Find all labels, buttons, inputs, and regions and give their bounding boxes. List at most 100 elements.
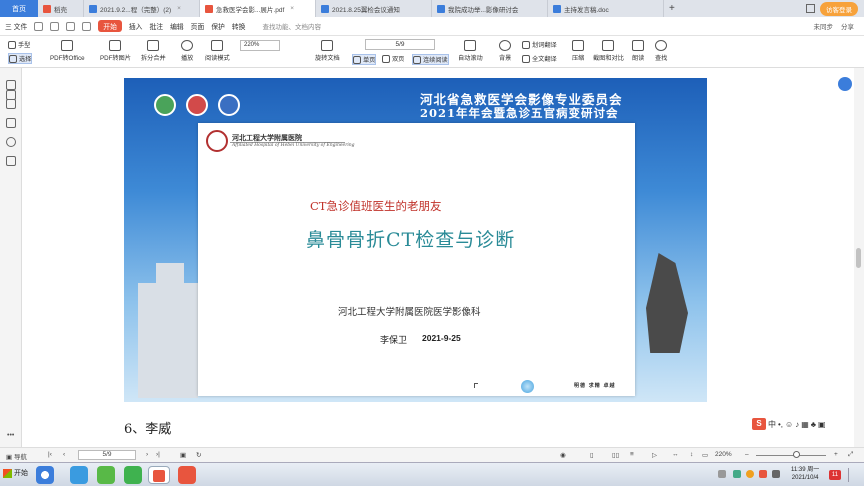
bookmark-icon[interactable] <box>6 80 16 90</box>
menu-annotate[interactable]: 批注 <box>149 21 163 31</box>
window-icon[interactable] <box>806 4 815 13</box>
more-button[interactable]: ••• <box>7 432 14 439</box>
pdf-app-icon[interactable] <box>178 466 196 484</box>
tray-app-icon[interactable] <box>746 470 754 478</box>
keyboard-icon[interactable]: ▦ <box>801 420 809 429</box>
continuous-icon[interactable]: ≡ <box>630 451 634 458</box>
close-icon[interactable]: × <box>290 5 294 12</box>
split-merge-button[interactable]: 拆分合并 <box>141 40 166 62</box>
new-tab-button[interactable]: + <box>664 0 680 17</box>
eye-icon[interactable]: ◉ <box>560 451 566 459</box>
first-page-icon[interactable]: |‹ <box>48 451 52 458</box>
tab-home[interactable]: 首页 <box>0 0 38 17</box>
fit-page-icon[interactable]: ▣ <box>180 451 186 459</box>
word-translate-button[interactable]: 划词翻译 <box>522 40 557 49</box>
print-icon[interactable] <box>50 21 60 31</box>
close-icon[interactable]: × <box>177 5 181 12</box>
prev-page-icon[interactable]: ‹ <box>63 451 65 458</box>
status-zoom-value[interactable]: 220% <box>715 451 732 458</box>
sogou-ime-icon[interactable]: S <box>752 418 766 430</box>
menu-start[interactable]: 开始 <box>98 20 122 32</box>
share-button[interactable]: 分享 <box>841 21 854 31</box>
guest-login-button[interactable]: 访客登录 <box>820 1 858 16</box>
play-button[interactable]: 播放 <box>181 40 193 62</box>
pdf-to-office-button[interactable]: PDF转Office <box>50 40 85 62</box>
double-page-button[interactable]: 双页 <box>382 54 404 63</box>
nav-toggle[interactable]: ▣ 导航 <box>6 451 27 461</box>
zoom-select[interactable]: 220% <box>240 40 280 51</box>
menu-edit[interactable]: 编辑 <box>170 21 184 31</box>
mic-icon[interactable]: ♪ <box>795 420 799 429</box>
expand-panel-icon[interactable] <box>6 90 16 100</box>
page-number-input[interactable]: 5/9 <box>365 39 435 50</box>
pdf-to-image-button[interactable]: PDF转图片 <box>100 40 131 62</box>
tab-document-4[interactable]: 我院成功举...影像研讨会 <box>432 0 548 17</box>
notification-badge[interactable]: 11 <box>829 470 841 480</box>
assistant-float-button[interactable] <box>838 77 852 91</box>
menu-convert[interactable]: 转换 <box>232 21 246 31</box>
single-page-icon[interactable]: ▯ <box>590 451 594 459</box>
full-translate-button[interactable]: 全文翻译 <box>522 54 557 63</box>
zoom-out-icon[interactable]: – <box>745 451 749 458</box>
undo-icon[interactable] <box>66 21 76 31</box>
tab-pdf-active[interactable]: 急救医学会影...展片.pdf × <box>200 0 316 17</box>
read-mode-button[interactable]: 阅读模式 <box>205 40 230 62</box>
menu-protect[interactable]: 保护 <box>211 21 225 31</box>
sogou-tray-icon[interactable] <box>759 470 767 478</box>
grid-icon[interactable]: ▣ <box>818 420 826 429</box>
compress-button[interactable]: 压缩 <box>572 40 584 62</box>
double-page-icon[interactable]: ▯▯ <box>612 451 619 459</box>
tray-icon[interactable] <box>733 470 741 478</box>
fit-height-icon[interactable]: ↕ <box>690 451 693 458</box>
fit-width-icon[interactable]: ↔ <box>672 451 679 458</box>
single-page-button[interactable]: 单页 <box>352 54 377 65</box>
start-button[interactable]: 开始 <box>3 468 28 478</box>
zoom-slider[interactable] <box>756 455 826 456</box>
signature-icon[interactable] <box>6 156 16 166</box>
background-button[interactable]: 背景 <box>499 40 511 62</box>
select-tool[interactable]: 选择 <box>8 53 33 64</box>
comment-icon[interactable] <box>6 118 16 128</box>
360-browser-icon[interactable] <box>97 466 115 484</box>
tab-docer[interactable]: 稻壳 <box>38 0 84 17</box>
play-icon[interactable]: ▷ <box>652 451 657 459</box>
zoom-in-icon[interactable]: + <box>834 451 838 458</box>
show-desktop-button[interactable] <box>848 468 858 482</box>
read-aloud-button[interactable]: 朗读 <box>632 40 644 62</box>
screen-icon[interactable]: ▭ <box>702 451 708 459</box>
next-page-icon[interactable]: › <box>146 451 148 458</box>
tab-document-1[interactable]: 2021.9.2...程（完整）(2) × <box>84 0 200 17</box>
attachment-icon[interactable] <box>6 137 16 147</box>
tab-document-5[interactable]: 主持发言稿.doc <box>548 0 664 17</box>
menu-page[interactable]: 页面 <box>191 21 205 31</box>
status-page-input[interactable]: 5/9 <box>78 450 136 460</box>
emoji-icon[interactable]: ☺ <box>785 420 793 429</box>
scrollbar-thumb[interactable] <box>856 248 861 268</box>
search-input[interactable]: 查找功能、文档内容 <box>262 21 321 31</box>
auto-scroll-button[interactable]: 自动滚动 <box>458 40 483 62</box>
screenshot-compare-button[interactable]: 截图和对比 <box>593 40 624 62</box>
search-icon[interactable] <box>36 466 54 484</box>
zoom-slider-handle[interactable] <box>793 451 800 458</box>
file-menu[interactable]: 三 文件 <box>5 21 27 31</box>
continuous-read-button[interactable]: 连续阅读 <box>412 54 449 65</box>
find-button[interactable]: 查找 <box>655 40 667 62</box>
menu-insert[interactable]: 插入 <box>129 21 143 31</box>
fullscreen-icon[interactable]: ⤢ <box>848 451 853 459</box>
ime-punct-icon[interactable]: •, <box>778 420 783 429</box>
sync-status[interactable]: 未同步 <box>814 21 834 31</box>
skin-icon[interactable]: ♣ <box>811 420 816 429</box>
wechat-icon[interactable] <box>124 466 142 484</box>
tab-document-3[interactable]: 2021.8.25翼检会议通知 <box>316 0 432 17</box>
rotate-document-button[interactable]: 旋转文档 <box>315 40 340 62</box>
hand-tool[interactable]: 手型 <box>8 40 30 49</box>
system-clock[interactable]: 11:39 周一 2021/10/4 <box>791 466 819 482</box>
ie-browser-icon[interactable] <box>70 466 88 484</box>
volume-icon[interactable] <box>772 470 780 478</box>
rotate-icon[interactable]: ↻ <box>196 451 201 459</box>
ime-toolbar[interactable]: S 中 •, ☺ ♪ ▦ ♣ ▣ <box>752 418 826 430</box>
thumbnail-icon[interactable] <box>6 99 16 109</box>
ime-mode[interactable]: 中 <box>768 419 776 430</box>
wps-office-icon[interactable] <box>148 466 170 484</box>
save-icon[interactable] <box>34 21 44 31</box>
